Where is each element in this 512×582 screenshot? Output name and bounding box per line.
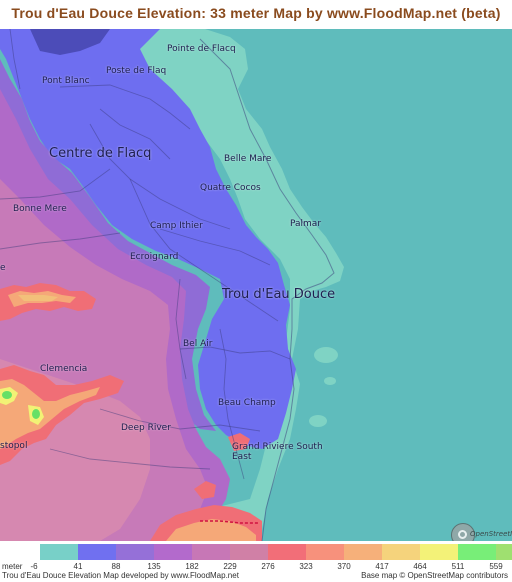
footer-basemap-credit: Base map © OpenStreetMap contributors: [361, 571, 508, 580]
legend-swatch: [230, 544, 268, 560]
summit: [32, 409, 40, 419]
legend-tick-label: 559: [489, 562, 503, 571]
legend-tick-label: 135: [147, 562, 161, 571]
place-label-camp-ithier: Camp Ithier: [150, 221, 203, 231]
place-label-palmar: Palmar: [290, 219, 322, 229]
legend-tick-label: 370: [337, 562, 351, 571]
place-label-bonne-mere: Bonne Mere: [13, 204, 67, 214]
legend-swatch: [496, 544, 512, 560]
place-label-clemencia: Clemencia: [40, 364, 88, 374]
place-label-beau-champ: Beau Champ: [218, 398, 276, 408]
legend-tick-label: 88: [111, 562, 121, 571]
place-label-trou-d-eau-douce: Trou d'Eau Douce: [222, 287, 336, 302]
place-label-bel-air: Bel Air: [183, 339, 213, 349]
elevation-map[interactable]: Pointe de Flacq Poste de Flaq Pont Blanc…: [0, 29, 512, 541]
summit: [2, 391, 12, 399]
legend-tick-label: 417: [375, 562, 389, 571]
legend-swatch: [154, 544, 192, 560]
place-label-belle-mare: Belle Mare: [224, 154, 272, 164]
legend-tick-label: 182: [185, 562, 199, 571]
openstreetmap-mark: OpenStreetMap: [470, 530, 512, 538]
islet: [314, 347, 338, 363]
legend-tick-label: 276: [261, 562, 275, 571]
place-label-poste-de-flaq: Poste de Flaq: [106, 66, 167, 76]
place-label-partial: e: [0, 263, 6, 273]
place-label-pointe-de-flacq: Pointe de Flacq: [167, 44, 236, 54]
legend-tick-label: -6: [30, 562, 38, 571]
legend-tick-label: 323: [299, 562, 313, 571]
place-label-centre-de-flacq: Centre de Flacq: [49, 146, 152, 161]
place-label-pont-blanc: Pont Blanc: [42, 76, 90, 86]
legend-swatch: [268, 544, 306, 560]
place-label-quatre-cocos: Quatre Cocos: [200, 183, 261, 193]
place-label-deep-river: Deep River: [121, 423, 171, 433]
elevation-map-canvas: [0, 29, 512, 541]
legend-unit: meter: [2, 562, 23, 571]
legend-tick-label: 464: [413, 562, 427, 571]
legend-tick-label: 511: [451, 562, 465, 571]
legend-swatch: [458, 544, 496, 560]
place-label-grand-riviere-south-east: Grand Riviere South East: [232, 442, 323, 462]
legend-swatch: [192, 544, 230, 560]
islet: [309, 415, 327, 427]
legend-tick-label: 41: [73, 562, 83, 571]
legend-swatch: [420, 544, 458, 560]
legend-swatch: [40, 544, 78, 560]
legend-swatch: [344, 544, 382, 560]
footer-credit: Trou d'Eau Douce Elevation Map developed…: [2, 571, 239, 580]
legend-tick-label: 229: [223, 562, 237, 571]
elevation-legend: meter -6 41 88 135 182 229 276 323 370 417 464 511 5…: [0, 541, 512, 582]
legend-swatch: [116, 544, 154, 560]
place-label-ecroignard: Ecroignard: [130, 252, 179, 262]
title-bar: Trou d'Eau Douce Elevation: 33 meter Map…: [0, 0, 512, 29]
legend-swatch: [382, 544, 420, 560]
legend-swatch: [306, 544, 344, 560]
floodmap-page: Trou d'Eau Douce Elevation: 33 meter Map…: [0, 0, 512, 582]
page-title: Trou d'Eau Douce Elevation: 33 meter Map…: [11, 5, 501, 21]
legend-swatch: [78, 544, 116, 560]
place-label-partial: stopol: [0, 441, 28, 451]
islet: [324, 377, 336, 385]
